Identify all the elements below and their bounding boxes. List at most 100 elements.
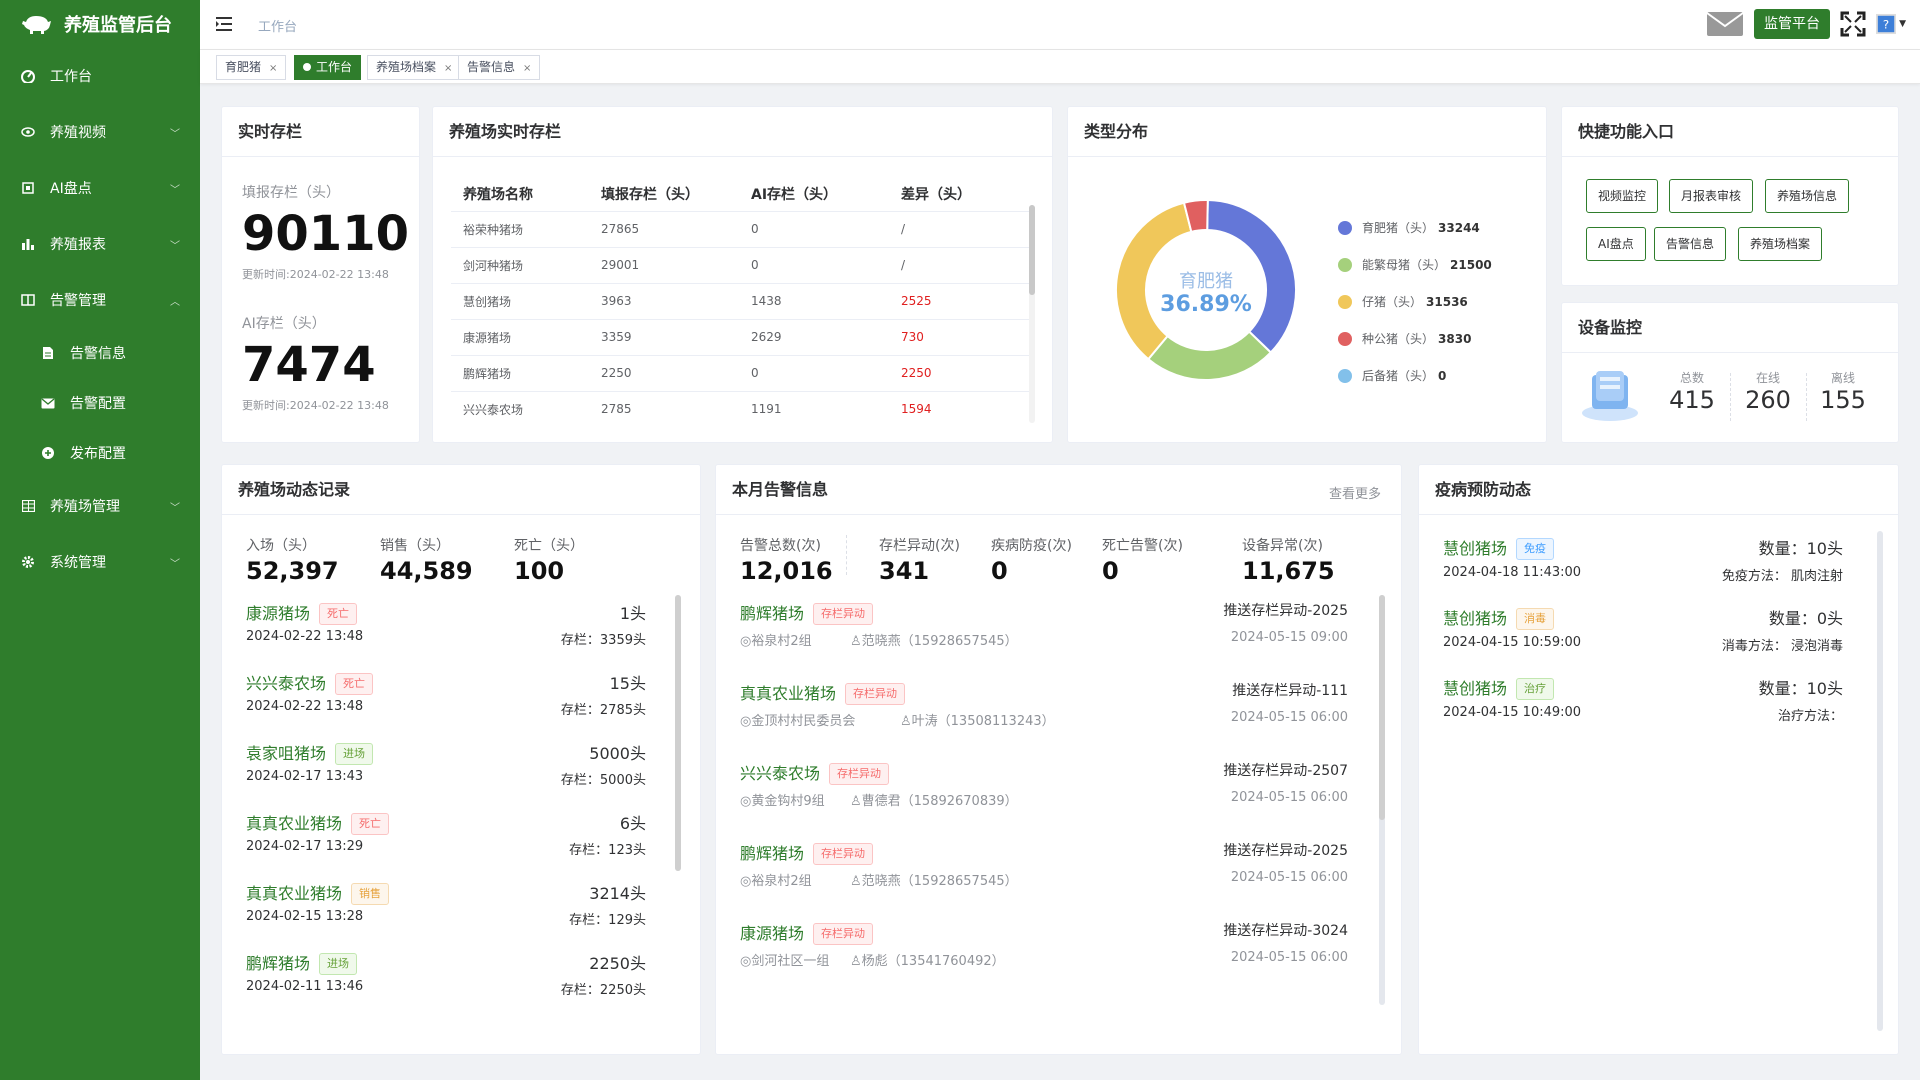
pig-logo-icon	[22, 16, 51, 34]
alarm-title: 推送存栏异动-3024	[1223, 923, 1348, 939]
table-cell: 鹏辉猪场	[451, 355, 589, 392]
mail-icon[interactable]	[1706, 9, 1744, 39]
fullscreen-icon[interactable]	[1840, 11, 1866, 37]
tag-dashboard[interactable]: 工作台	[294, 55, 362, 80]
legend-label: 后备猪（头）	[1362, 369, 1435, 383]
alarm-location-text: 黄金钩村9组	[751, 794, 825, 809]
sidebar-item-label: 告警管理	[50, 293, 106, 309]
alarm-farm-name: 鹏辉猪场 存栏异动	[740, 600, 874, 625]
tag-fattening-pig[interactable]: 育肥猪 ×	[216, 55, 287, 80]
legend-item[interactable]: 仔猪（头） 31536	[1338, 293, 1468, 310]
alarms-scrollbar-thumb[interactable]	[1379, 595, 1385, 820]
tag-alarm-info[interactable]: 告警信息 ×	[458, 55, 541, 80]
sidebar-item-dashboard[interactable]: 工作台	[0, 48, 200, 104]
donut-slice[interactable]	[1146, 330, 1273, 381]
legend-item[interactable]: 种公猪（头） 3830	[1338, 330, 1471, 347]
sidebar-item-ai[interactable]: AI盘点 ﹀	[0, 160, 200, 216]
farm-name: 真真农业猪场	[740, 684, 837, 703]
farm-name: 康源猪场	[246, 604, 311, 623]
active-dot-icon	[303, 63, 311, 71]
breadcrumb[interactable]: 工作台	[258, 16, 297, 35]
farm-name: 慧创猪场	[1443, 609, 1508, 628]
table-cell: 1594	[889, 391, 1033, 425]
alarm-item[interactable]: 鹏辉猪场 存栏异动 ◎裕泉村2组 ♙范晓燕（15928657545） 推送存栏异动…	[740, 840, 1348, 906]
record-stock: 存栏：129头	[569, 913, 646, 928]
alarm-person: ♙叶涛（13508113243）	[900, 710, 1055, 729]
farm-name: 兴兴泰农场	[246, 674, 327, 693]
farm-archive-button[interactable]: 养殖场档案	[1738, 227, 1823, 261]
legend-item[interactable]: 后备猪（头） 0	[1338, 367, 1446, 384]
alarm-person: ♙范晓燕（15928657545）	[850, 870, 1018, 889]
table-cell: 1191	[739, 391, 889, 425]
epidemic-item[interactable]: 慧创猪场 消毒 2024-04-15 10:59:00 数量：0头 消毒方法： 浸…	[1443, 605, 1843, 665]
sidebar-item-publish-config[interactable]: 发布配置	[0, 428, 200, 478]
sidebar-item-video[interactable]: 养殖视频 ﹀	[0, 104, 200, 160]
record-item[interactable]: 真真农业猪场 死亡 2024-02-17 13:29 6头 存栏：123头	[246, 810, 646, 870]
epidemic-scrollbar[interactable]	[1877, 531, 1883, 1031]
hamburger-icon[interactable]	[216, 15, 234, 33]
alarm-item[interactable]: 真真农业猪场 存栏异动 ◎金顶村村民委员会 ♙叶涛（13508113243） 推送…	[740, 680, 1348, 746]
alarm-person: ♙范晓燕（15928657545）	[850, 630, 1018, 649]
app-logo[interactable]: 养殖监管后台	[0, 0, 200, 48]
farm-info-button[interactable]: 养殖场信息	[1765, 179, 1850, 213]
close-icon[interactable]: ×	[444, 63, 452, 74]
table-cell: 3963	[589, 283, 739, 320]
record-item[interactable]: 袁家咀猪场 进场 2024-02-17 13:43 5000头 存栏：5000头	[246, 740, 646, 800]
sidebar-item-alarm-config[interactable]: 告警配置	[0, 378, 200, 428]
alarm-item[interactable]: 鹏辉猪场 存栏异动 ◎裕泉村2组 ♙范晓燕（15928657545） 推送存栏异动…	[740, 600, 1348, 666]
help-avatar[interactable]: ? ▼	[1876, 9, 1906, 39]
alarm-time: 2024-05-15 06:00	[1230, 790, 1348, 805]
view-more-link[interactable]: 查看更多	[1329, 483, 1381, 502]
epidemic-quantity: 数量：10头	[1758, 539, 1843, 558]
record-stock: 存栏：123头	[569, 843, 646, 858]
sidebar-item-alarm-info[interactable]: 告警信息	[0, 328, 200, 378]
farm-name: 鹏辉猪场	[246, 954, 311, 973]
sidebar-item-report[interactable]: 养殖报表 ﹀	[0, 216, 200, 272]
table-cell: 3359	[589, 319, 739, 356]
record-farm-name: 兴兴泰农场 死亡	[246, 670, 374, 695]
alarm-item[interactable]: 康源猪场 存栏异动 ◎剑河社区一组 ♙杨彪（13541760492） 推送存栏异动…	[740, 920, 1348, 986]
alarm-type-badge: 存栏异动	[829, 763, 890, 785]
ai-count-button[interactable]: AI盘点	[1586, 227, 1646, 261]
table-cell: 2785	[589, 391, 739, 425]
ai-stock-label: AI存栏（头）	[242, 316, 326, 332]
monthly-report-review-button[interactable]: 月报表审核	[1669, 179, 1754, 213]
stat-label: 存栏异动(次)	[879, 538, 960, 554]
legend-item[interactable]: 育肥猪（头） 33244	[1338, 219, 1480, 236]
legend-value: 31536	[1426, 294, 1468, 309]
record-item[interactable]: 康源猪场 死亡 2024-02-22 13:48 1头 存栏：3359头	[246, 600, 646, 660]
alarm-farm-name: 鹏辉猪场 存栏异动	[740, 840, 874, 865]
record-item[interactable]: 真真农业猪场 销售 2024-02-15 13:28 3214头 存栏：129头	[246, 880, 646, 940]
epidemic-item[interactable]: 慧创猪场 治疗 2024-04-15 10:49:00 数量：10头 治疗方法：	[1443, 675, 1843, 735]
table-scrollbar-thumb[interactable]	[1029, 205, 1035, 295]
legend-item[interactable]: 能繁母猪（头） 21500	[1338, 256, 1492, 273]
sidebar-item-alarm[interactable]: 告警管理 ︿	[0, 272, 200, 328]
record-item[interactable]: 鹏辉猪场 进场 2024-02-11 13:46 2250头 存栏：2250头	[246, 950, 646, 1000]
platform-button[interactable]: 监管平台	[1754, 9, 1830, 39]
farm-name: 真真农业猪场	[246, 884, 343, 903]
record-item[interactable]: 兴兴泰农场 死亡 2024-02-22 13:48 15头 存栏：2785头	[246, 670, 646, 730]
table-row: 兴兴泰农场 2785 1191 1594	[451, 391, 1033, 425]
table-icon	[20, 292, 36, 308]
record-quantity: 3214头	[589, 884, 646, 903]
sidebar-item-system[interactable]: 系统管理 ﹀	[0, 534, 200, 590]
epidemic-item[interactable]: 慧创猪场 免疫 2024-04-18 11:43:00 数量：10头 免疫方法： …	[1443, 535, 1843, 595]
record-stock: 存栏：2250头	[560, 983, 646, 998]
sidebar-item-farm-manage[interactable]: 养殖场管理 ﹀	[0, 478, 200, 534]
tag-farm-archive[interactable]: 养殖场档案 ×	[367, 55, 462, 80]
video-monitor-button[interactable]: 视频监控	[1586, 179, 1659, 213]
alarm-info-button[interactable]: 告警信息	[1654, 227, 1727, 261]
close-icon[interactable]: ×	[523, 63, 531, 74]
alarm-title: 推送存栏异动-2507	[1223, 763, 1348, 779]
device-total-value: 415	[1669, 386, 1715, 414]
tag-label: 养殖场档案	[376, 60, 437, 74]
records-scrollbar-thumb[interactable]	[675, 595, 681, 871]
divider	[846, 535, 847, 575]
close-icon[interactable]: ×	[269, 63, 277, 74]
alarm-item[interactable]: 兴兴泰农场 存栏异动 ◎黄金钩村9组 ♙曹德君（15892670839） 推送存栏…	[740, 760, 1348, 826]
alarm-person: ♙曹德君（15892670839）	[850, 790, 1018, 809]
record-farm-name: 袁家咀猪场 进场	[246, 740, 374, 765]
record-time: 2024-02-17 13:43	[246, 769, 364, 784]
record-farm-name: 鹏辉猪场 进场	[246, 950, 358, 975]
sidebar-item-label: 发布配置	[70, 446, 126, 462]
